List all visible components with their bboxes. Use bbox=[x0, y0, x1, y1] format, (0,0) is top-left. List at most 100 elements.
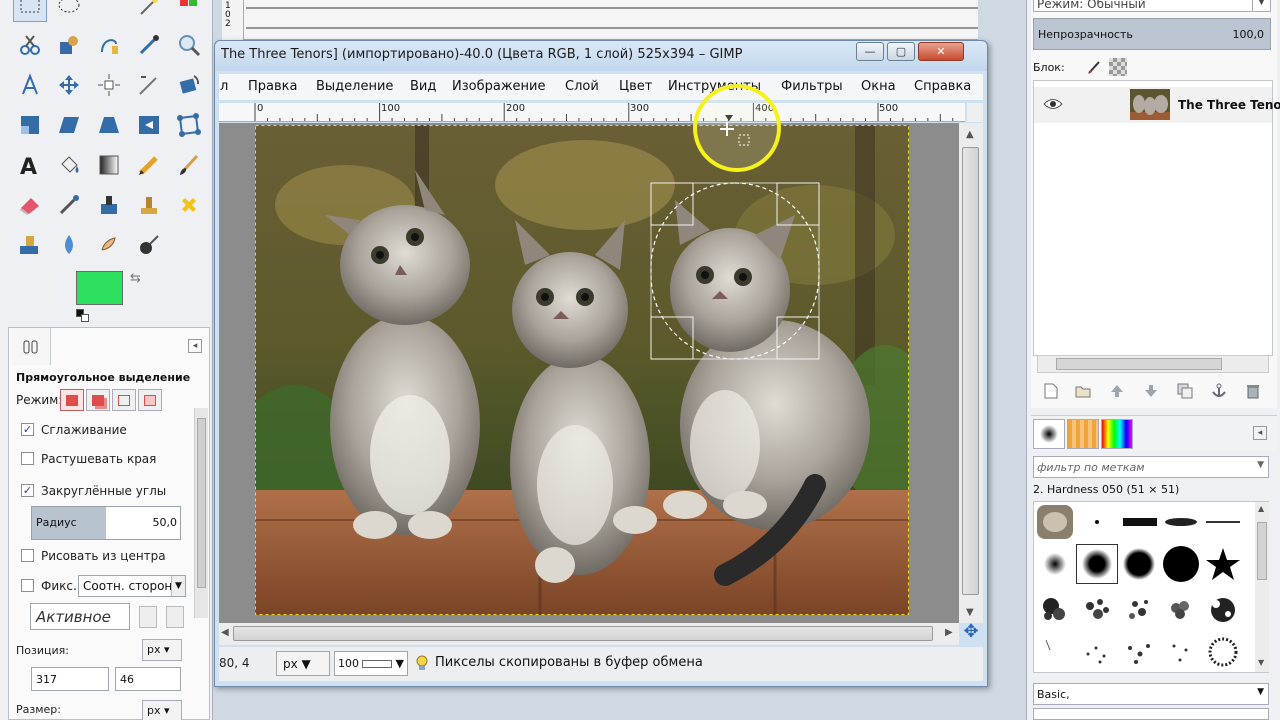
brush-tag-filter[interactable]: фильтр по меткам ▼ bbox=[1033, 456, 1269, 478]
brush-item[interactable] bbox=[1118, 632, 1160, 672]
perspective-clone-tool-icon[interactable] bbox=[13, 228, 47, 262]
lock-pixels-icon[interactable] bbox=[1085, 58, 1103, 79]
fixed-mode-select[interactable]: Соотн. сторон ▼ bbox=[78, 575, 186, 597]
perspective-tool-icon[interactable] bbox=[92, 108, 126, 142]
navigate-icon[interactable]: ✥ bbox=[961, 621, 981, 643]
color-picker-tool-icon[interactable] bbox=[132, 28, 166, 62]
shear-tool-icon[interactable] bbox=[52, 108, 86, 142]
brush-item[interactable] bbox=[1118, 502, 1160, 542]
menu-edit[interactable]: Правка bbox=[248, 79, 297, 94]
zoom-tool-icon[interactable] bbox=[172, 28, 206, 62]
paths-tool-icon[interactable] bbox=[92, 28, 126, 62]
menu-windows[interactable]: Окна bbox=[861, 79, 896, 94]
horizontal-ruler[interactable]: 0 100 200 300 400 500 bbox=[219, 103, 965, 122]
menu-view[interactable]: Вид bbox=[410, 79, 436, 94]
pencil-tool-icon[interactable] bbox=[132, 148, 166, 182]
brush-item[interactable] bbox=[1202, 544, 1244, 584]
brush-item[interactable] bbox=[1076, 632, 1118, 672]
ink-tool-icon[interactable] bbox=[92, 188, 126, 222]
brush-item-selected[interactable] bbox=[1076, 544, 1118, 584]
unit-select[interactable]: px ▼ bbox=[276, 651, 330, 676]
brush-grid-scrollbar[interactable]: ▲ ▼ bbox=[1255, 502, 1269, 672]
brush-item[interactable] bbox=[1118, 590, 1160, 630]
brush-item[interactable] bbox=[1034, 590, 1076, 630]
feather-checkbox[interactable] bbox=[21, 452, 34, 465]
menu-image[interactable]: Изображение bbox=[452, 79, 545, 94]
paintbrush-tool-icon[interactable] bbox=[172, 148, 206, 182]
flip-tool-icon[interactable] bbox=[132, 108, 166, 142]
tool-options-tab[interactable] bbox=[11, 328, 51, 365]
minimize-button[interactable]: — bbox=[856, 42, 884, 61]
layer-mode-select[interactable]: Режим: Обычный ▼ bbox=[1033, 0, 1271, 12]
move-tool-icon[interactable] bbox=[52, 68, 86, 102]
landscape-button[interactable] bbox=[166, 606, 184, 628]
menu-layer[interactable]: Слой bbox=[565, 79, 599, 94]
text-tool-icon[interactable]: A bbox=[13, 148, 47, 182]
scrollbar-thumb[interactable] bbox=[962, 147, 979, 595]
ellipse-select-tool-icon[interactable] bbox=[52, 0, 86, 22]
position-x-field[interactable]: 317 bbox=[31, 667, 109, 691]
rotate-tool-icon[interactable] bbox=[172, 68, 206, 102]
mode-replace-button[interactable] bbox=[60, 389, 84, 411]
cage-transform-tool-icon[interactable] bbox=[172, 108, 206, 142]
scroll-right-icon[interactable]: ▶ bbox=[945, 627, 953, 638]
menu-select[interactable]: Выделение bbox=[316, 79, 393, 94]
brush-item[interactable] bbox=[1034, 544, 1076, 584]
blur-tool-icon[interactable] bbox=[52, 228, 86, 262]
scissors-select-tool-icon[interactable] bbox=[13, 28, 47, 62]
zoom-lock-icon[interactable] bbox=[967, 103, 983, 122]
new-layer-icon[interactable] bbox=[1041, 381, 1061, 401]
menu-file[interactable]: л bbox=[220, 79, 228, 94]
brush-item[interactable] bbox=[1202, 502, 1244, 542]
rounded-corners-checkbox[interactable]: ✓ bbox=[21, 484, 34, 497]
mode-intersect-button[interactable] bbox=[138, 389, 162, 411]
foreground-select-tool-icon[interactable] bbox=[52, 28, 86, 62]
smudge-tool-icon[interactable] bbox=[92, 228, 126, 262]
lower-layer-icon[interactable] bbox=[1141, 381, 1161, 401]
horizontal-scrollbar[interactable]: ◀ ▶ bbox=[219, 623, 959, 645]
brush-item[interactable] bbox=[1202, 590, 1244, 630]
position-y-field[interactable]: 46 bbox=[115, 667, 181, 691]
brush-item[interactable] bbox=[1076, 590, 1118, 630]
position-unit-select[interactable]: px ▾ bbox=[142, 639, 182, 661]
size-unit-select[interactable]: px ▾ bbox=[142, 700, 182, 720]
brush-item[interactable] bbox=[1034, 632, 1076, 672]
color-select-tool-icon[interactable] bbox=[172, 0, 206, 22]
patterns-tab[interactable] bbox=[1067, 419, 1099, 449]
scrollbar-thumb[interactable] bbox=[233, 626, 933, 641]
scroll-down-icon[interactable]: ▼ bbox=[966, 607, 974, 618]
brush-item[interactable] bbox=[1118, 544, 1160, 584]
fixed-checkbox[interactable] bbox=[21, 579, 34, 592]
fuzzy-select-tool-icon[interactable] bbox=[132, 0, 166, 22]
panel-menu-icon[interactable]: ◂ bbox=[1253, 426, 1267, 440]
vertical-scrollbar[interactable]: ▲ ▼ bbox=[959, 123, 983, 623]
brush-item[interactable] bbox=[1202, 632, 1244, 672]
scroll-left-icon[interactable]: ◀ bbox=[221, 627, 229, 638]
gradients-tab[interactable] bbox=[1101, 419, 1133, 449]
brush-item[interactable] bbox=[1160, 590, 1202, 630]
maximize-button[interactable]: ▢ bbox=[887, 42, 915, 61]
menu-colors[interactable]: Цвет bbox=[619, 79, 652, 94]
delete-layer-icon[interactable] bbox=[1243, 381, 1263, 401]
zoom-select[interactable]: 100 ▼ bbox=[334, 651, 408, 676]
close-button[interactable]: ✕ bbox=[918, 42, 964, 61]
brushes-tab[interactable] bbox=[1033, 419, 1065, 449]
visibility-eye-icon[interactable] bbox=[1043, 97, 1063, 114]
layer-row[interactable]: The Three Tenors bbox=[1034, 87, 1280, 123]
align-tool-icon[interactable] bbox=[92, 68, 126, 102]
brush-item[interactable] bbox=[1076, 502, 1118, 542]
scrollbar-thumb[interactable] bbox=[1056, 358, 1222, 370]
panel-menu-icon[interactable]: ◂ bbox=[188, 339, 202, 353]
scale-tool-icon[interactable] bbox=[13, 108, 47, 142]
blend-tool-icon[interactable] bbox=[92, 148, 126, 182]
rect-select-tool-icon[interactable] bbox=[13, 0, 47, 22]
measure-tool-icon[interactable] bbox=[13, 68, 47, 102]
reset-colors-icon[interactable] bbox=[76, 309, 92, 323]
foreground-color-swatch[interactable] bbox=[76, 271, 123, 305]
lock-alpha-icon[interactable] bbox=[1109, 58, 1127, 76]
radius-slider[interactable]: Радиус 50,0 bbox=[31, 506, 181, 540]
brush-item[interactable] bbox=[1160, 544, 1202, 584]
anchor-layer-icon[interactable] bbox=[1209, 381, 1229, 401]
new-layer-group-icon[interactable] bbox=[1073, 381, 1093, 401]
scrollbar-thumb[interactable] bbox=[197, 418, 206, 588]
